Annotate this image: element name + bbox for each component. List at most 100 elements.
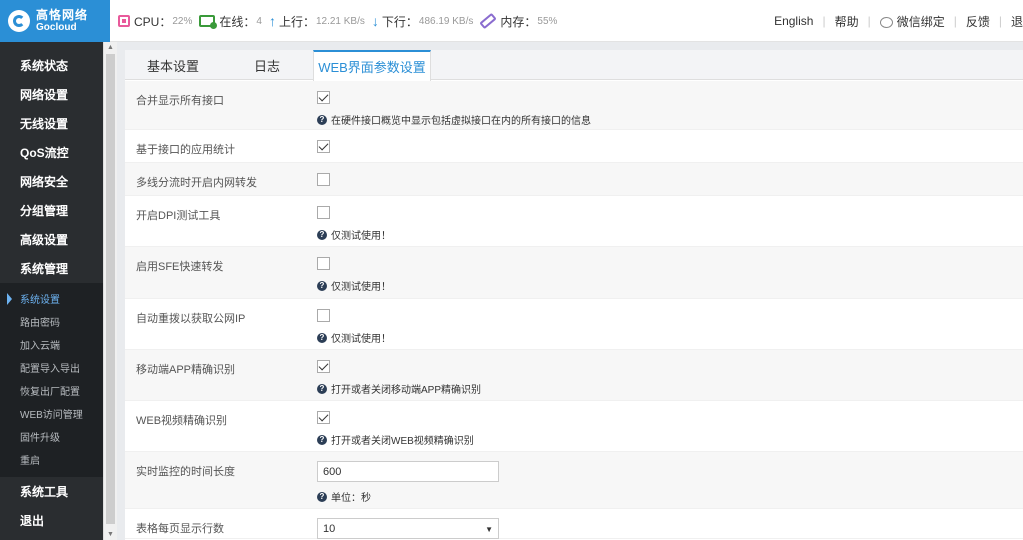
merge-interfaces-checkbox[interactable]	[317, 91, 330, 104]
setting-row-auto-redial: 自动重拨以获取公网IP ? 仅测试使用！	[125, 299, 1023, 350]
submenu-item-factory-reset[interactable]: 恢复出厂配置	[0, 379, 103, 402]
sidebar-scrollbar[interactable]: ▲ ▼	[103, 42, 117, 540]
question-icon: ?	[317, 434, 327, 445]
setting-hint: ? 在硬件接口概览中显示包括虚拟接口在内的所有接口的信息	[317, 112, 591, 127]
setting-row-monitor-time: 实时监控的时间长度 600 ? 单位：秒	[125, 452, 1023, 509]
memory-stat: 内存： 55%	[479, 12, 558, 30]
submenu-item-config-import-export[interactable]: 配置导入导出	[0, 356, 103, 379]
setting-label: 多线分流时开启内网转发	[136, 177, 257, 189]
setting-hint: ? 仅测试使用！	[317, 227, 391, 242]
hint-text: 仅测试使用！	[331, 231, 391, 242]
divider: |	[867, 14, 871, 28]
brand-name-en: Gocloud	[36, 22, 77, 33]
setting-row-page-rows: 表格每页显示行数 10 ▼	[125, 509, 1023, 539]
scrollbar-thumb[interactable]	[106, 54, 115, 524]
iface-app-stats-checkbox[interactable]	[317, 140, 330, 153]
setting-label: 启用SFE快速转发	[136, 261, 224, 273]
setting-row-dpi-tool: 开启DPI测试工具 ? 仅测试使用！	[125, 196, 1023, 247]
memory-icon	[479, 12, 498, 30]
upload-value: 12.21 KB/s	[315, 15, 365, 27]
chevron-down-icon: ▼	[485, 525, 493, 534]
setting-label: 自动重拨以获取公网IP	[136, 313, 246, 325]
divider: |	[822, 14, 826, 28]
setting-label: WEB视频精确识别	[136, 415, 228, 427]
english-link[interactable]: English	[774, 14, 813, 28]
memory-value: 55%	[537, 15, 558, 27]
scroll-down-icon[interactable]: ▼	[107, 531, 114, 538]
cpu-label: CPU：	[134, 14, 172, 29]
download-value: 486.19 KB/s	[418, 15, 474, 27]
settings-list: 合并显示所有接口 ? 在硬件接口概览中显示包括虚拟接口在内的所有接口的信息 基于接…	[125, 81, 1023, 539]
memory-label: 内存：	[500, 14, 537, 29]
help-link[interactable]: 帮助	[835, 13, 859, 30]
page-rows-select[interactable]: 10 ▼	[317, 518, 499, 539]
submenu-item-router-password[interactable]: 路由密码	[0, 310, 103, 333]
sidebar-item-network-settings[interactable]: 网络设置	[0, 80, 103, 109]
auto-redial-checkbox[interactable]	[317, 309, 330, 322]
cpu-stat: CPU： 22%	[118, 13, 192, 30]
hint-text: 单位：秒	[331, 493, 371, 504]
cpu-icon	[118, 15, 130, 27]
brand-logo[interactable]: 高恪网络 Gocloud	[0, 0, 110, 42]
hint-text: 仅测试使用！	[331, 334, 391, 345]
submenu-item-reboot[interactable]: 重启	[0, 448, 103, 471]
setting-label: 实时监控的时间长度	[136, 466, 235, 478]
system-management-submenu: 系统设置 路由密码 加入云端 配置导入导出 恢复出厂配置 WEB访问管理 固件升…	[0, 283, 103, 477]
upload-stat: ↑ 上行： 12.21 KB/s	[269, 13, 365, 30]
online-value: 4	[256, 15, 262, 27]
sidebar-item-wireless-settings[interactable]: 无线设置	[0, 109, 103, 138]
sidebar: 系统状态 网络设置 无线设置 QoS流控 网络安全 分组管理 高级设置 系统管理…	[0, 42, 103, 540]
setting-row-sfe-forward: 启用SFE快速转发 ? 仅测试使用！	[125, 247, 1023, 299]
dpi-tool-checkbox[interactable]	[317, 206, 330, 219]
hint-text: 打开或者关闭移动端APP精确识别	[331, 385, 482, 396]
setting-label: 移动端APP精确识别	[136, 364, 236, 376]
wechat-icon	[879, 16, 893, 28]
tab-log[interactable]: 日志	[221, 50, 313, 80]
main-panel: 基本设置 日志 WEB界面参数设置 合并显示所有接口 ? 在硬件接口概览中显示包括…	[125, 50, 1023, 540]
sidebar-item-system-tools[interactable]: 系统工具	[0, 477, 103, 506]
setting-label: 合并显示所有接口	[136, 95, 224, 107]
setting-label: 开启DPI测试工具	[136, 210, 221, 222]
online-devices-icon	[199, 15, 218, 29]
question-icon: ?	[317, 280, 327, 291]
sidebar-item-exit[interactable]: 退出	[0, 506, 103, 535]
sidebar-item-group-management[interactable]: 分组管理	[0, 196, 103, 225]
setting-hint: ? 打开或者关闭移动端APP精确识别	[317, 381, 481, 396]
setting-hint: ? 打开或者关闭WEB视频精确识别	[317, 432, 474, 447]
hint-text: 打开或者关闭WEB视频精确识别	[331, 436, 474, 447]
top-links: English | 帮助 | 微信绑定 | 反馈 | 退	[774, 0, 1023, 42]
divider: |	[953, 14, 957, 28]
multiline-forward-checkbox[interactable]	[317, 173, 330, 186]
setting-label: 表格每页显示行数	[136, 523, 224, 535]
logout-link[interactable]: 退	[1011, 13, 1023, 30]
question-icon: ?	[317, 491, 327, 502]
setting-hint: ? 仅测试使用！	[317, 330, 391, 345]
sfe-forward-checkbox[interactable]	[317, 257, 330, 270]
mobile-app-checkbox[interactable]	[317, 360, 330, 373]
submenu-item-join-cloud[interactable]: 加入云端	[0, 333, 103, 356]
sidebar-item-system-management[interactable]: 系统管理	[0, 254, 103, 283]
setting-label: 基于接口的应用统计	[136, 144, 235, 156]
sidebar-item-qos[interactable]: QoS流控	[0, 138, 103, 167]
download-label: 下行：	[381, 14, 418, 29]
sidebar-item-advanced-settings[interactable]: 高级设置	[0, 225, 103, 254]
setting-row-multiline-forward: 多线分流时开启内网转发	[125, 163, 1023, 196]
gocloud-logo-icon	[8, 10, 30, 32]
sidebar-item-network-security[interactable]: 网络安全	[0, 167, 103, 196]
submenu-item-firmware-upgrade[interactable]: 固件升级	[0, 425, 103, 448]
download-stat: ↓ 下行： 486.19 KB/s	[372, 13, 474, 30]
wechat-bind-link[interactable]: 微信绑定	[879, 13, 945, 30]
tab-web-ui-settings[interactable]: WEB界面参数设置	[313, 50, 431, 81]
web-video-checkbox[interactable]	[317, 411, 330, 424]
question-icon: ?	[317, 332, 327, 343]
hint-text: 仅测试使用！	[331, 282, 391, 293]
feedback-link[interactable]: 反馈	[966, 13, 990, 30]
scroll-up-icon[interactable]: ▲	[107, 44, 114, 51]
submenu-item-web-access[interactable]: WEB访问管理	[0, 402, 103, 425]
online-label: 在线：	[219, 14, 256, 29]
submenu-item-system-settings[interactable]: 系统设置	[0, 287, 103, 310]
monitor-time-input[interactable]: 600	[317, 461, 499, 482]
tab-basic-settings[interactable]: 基本设置	[125, 50, 221, 80]
hint-text: 在硬件接口概览中显示包括虚拟接口在内的所有接口的信息	[331, 116, 591, 127]
sidebar-item-system-status[interactable]: 系统状态	[0, 51, 103, 80]
